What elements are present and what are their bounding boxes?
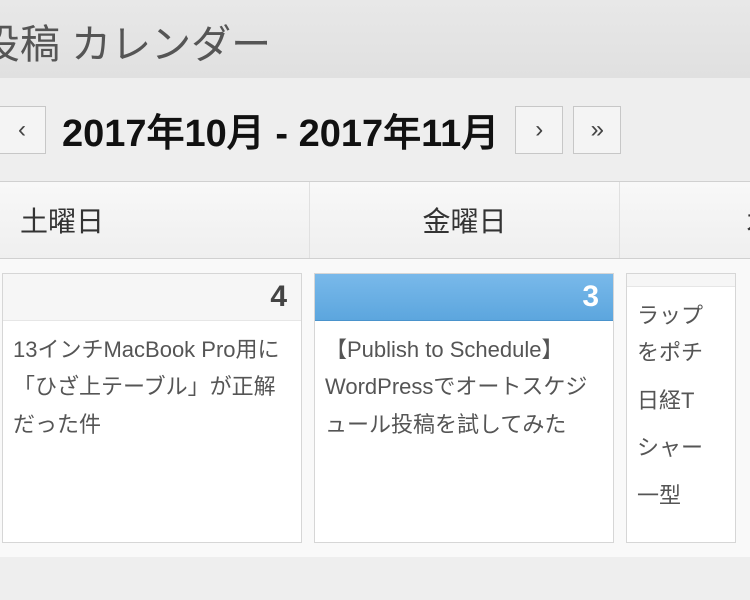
next-button[interactable]: ›	[515, 106, 563, 154]
post-line: をポチ	[637, 340, 703, 365]
cell-date: 3	[315, 274, 613, 321]
cell-body: 【Publish to Schedule】WordPressでオートスケジュール…	[315, 321, 613, 471]
post-entry[interactable]: 13インチMacBook Pro用に「ひざ上テーブル」が正解だった件	[13, 331, 291, 443]
prev-button[interactable]: ‹	[0, 106, 46, 154]
calendar: 土曜日 金曜日 木曜 4 13インチMacBook Pro用に「ひざ上テーブル」…	[0, 181, 750, 557]
calendar-cell[interactable]: 3 【Publish to Schedule】WordPressでオートスケジュ…	[314, 273, 614, 543]
forward-button[interactable]: »	[573, 106, 621, 154]
day-header-friday: 金曜日	[310, 182, 620, 258]
calendar-cell[interactable]: ラップ をポチ 日経T シャー 一型	[626, 273, 736, 543]
date-range-label: 2017年10月 - 2017年11月	[56, 102, 505, 157]
day-header-saturday: 土曜日	[0, 182, 310, 258]
cell-body: 13インチMacBook Pro用に「ひざ上テーブル」が正解だった件	[3, 321, 301, 471]
cell-date	[627, 274, 735, 287]
post-entry[interactable]: 一型	[637, 477, 725, 514]
cell-date: 4	[3, 274, 301, 321]
calendar-cell[interactable]: 4 13インチMacBook Pro用に「ひざ上テーブル」が正解だった件	[2, 273, 302, 543]
cell-body: ラップ をポチ 日経T シャー 一型	[627, 287, 735, 542]
post-entry[interactable]: シャー	[637, 429, 725, 466]
page-title: 投稿 カレンダー	[0, 0, 750, 78]
calendar-nav: ‹ 2017年10月 - 2017年11月 › »	[0, 78, 750, 181]
post-line: ラップ	[637, 303, 703, 328]
post-entry[interactable]: ラップ をポチ	[637, 297, 725, 372]
post-entry[interactable]: 【Publish to Schedule】WordPressでオートスケジュール…	[325, 331, 603, 443]
calendar-cells-row: 4 13インチMacBook Pro用に「ひざ上テーブル」が正解だった件 3 【…	[0, 259, 750, 557]
day-header-row: 土曜日 金曜日 木曜	[0, 182, 750, 259]
day-header-thursday: 木曜	[620, 182, 750, 258]
post-entry[interactable]: 日経T	[637, 382, 725, 419]
